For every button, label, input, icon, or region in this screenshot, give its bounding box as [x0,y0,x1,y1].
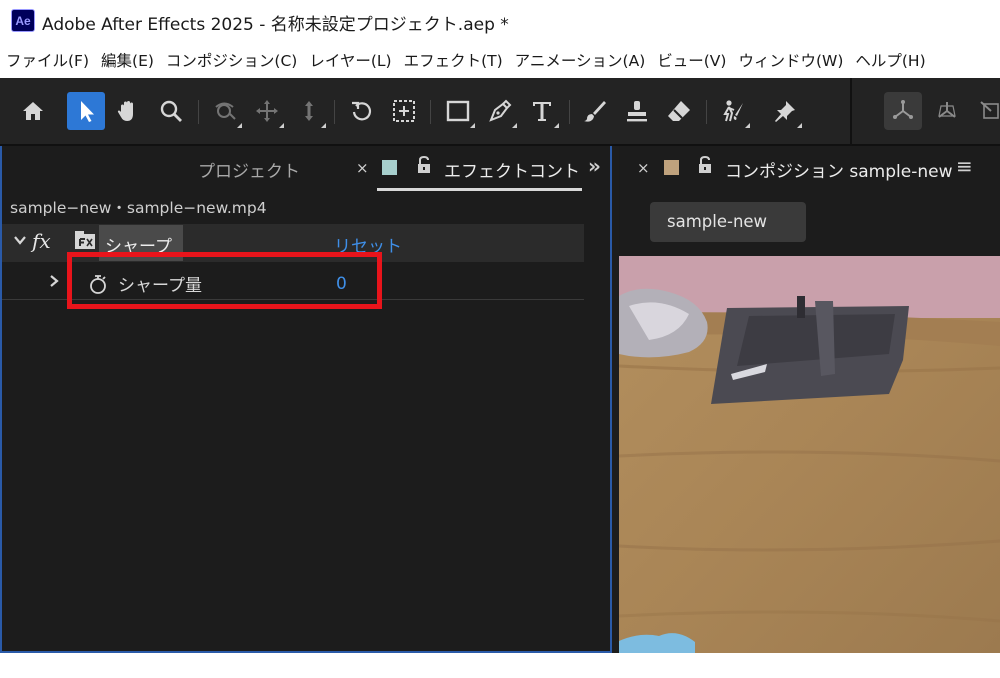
menu-composition[interactable]: コンポジション(C) [166,49,297,71]
toolbar-separator [334,100,335,124]
selection-arrow-icon[interactable] [67,92,105,130]
menu-bar: ファイル(F) 編集(E) コンポジション(C) レイヤー(L) エフェクト(T… [0,42,1000,78]
composition-viewer[interactable] [619,256,1000,653]
composition-name: sample-new [667,212,768,231]
close-icon[interactable]: × [637,159,650,177]
menu-effect[interactable]: エフェクト(T) [404,49,503,71]
zoom-icon[interactable] [152,92,190,130]
layer-path: sample−new・sample−new.mp4 [10,199,267,217]
hand-icon[interactable] [108,92,146,130]
lock-icon[interactable] [416,155,432,175]
toolbar-divider [850,78,852,146]
orbit-camera-icon[interactable] [206,92,244,130]
comp-tab-color-swatch [664,160,679,175]
effect-preset-icon [75,231,95,249]
composition-name-tab[interactable]: sample-new [650,202,806,242]
rotate-icon[interactable] [343,92,381,130]
active-tab-underline [377,188,582,191]
toolbar-separator [198,100,199,124]
pan-camera-icon[interactable] [248,92,286,130]
menu-file[interactable]: ファイル(F) [6,49,89,71]
local-axis-mode-icon[interactable] [884,92,922,130]
brush-icon[interactable] [576,92,614,130]
home-icon[interactable] [14,92,52,130]
view-axis-mode-icon[interactable] [972,92,1000,130]
window-title: Adobe After Effects 2025 - 名称未設定プロジェクト.a… [42,15,509,35]
pan-behind-icon[interactable] [385,92,423,130]
title-bar: Ae Adobe After Effects 2025 - 名称未設定プロジェク… [0,0,1000,42]
after-effects-app-icon: Ae [11,9,35,32]
chevron-right-icon[interactable] [48,274,60,288]
puppet-pin-icon[interactable] [766,92,804,130]
chevron-down-icon[interactable] [13,233,27,247]
close-icon[interactable]: × [356,159,369,177]
lock-icon[interactable] [697,155,713,175]
tab-composition[interactable]: コンポジション sample-new [725,157,952,182]
red-highlight-box [67,252,382,309]
effect-controls-panel: プロジェクト × エフェクトコントロ- » sample−new・sample−… [0,146,612,653]
clone-stamp-icon[interactable] [618,92,656,130]
panel-menu-icon[interactable]: ≡ [956,154,973,178]
composition-panel: × コンポジション sample-new ≡ sample-new [619,146,1000,653]
toolbar-separator [706,100,707,124]
tab-project[interactable]: プロジェクト [198,157,300,182]
rectangle-icon[interactable] [439,92,477,130]
tools-toolbar [0,78,1000,146]
eraser-icon[interactable] [660,92,698,130]
roto-brush-icon[interactable] [714,92,752,130]
app-workspace: プロジェクト × エフェクトコントロ- » sample−new・sample−… [0,78,1000,653]
video-frame-image [619,256,1000,653]
menu-edit[interactable]: 編集(E) [101,49,154,71]
dolly-camera-icon[interactable] [290,92,328,130]
effect-tab-color-swatch [382,160,397,175]
menu-view[interactable]: ビュー(V) [657,49,726,71]
world-axis-mode-icon[interactable] [928,92,966,130]
menu-window[interactable]: ウィンドウ(W) [738,49,843,71]
menu-animation[interactable]: アニメーション(A) [515,49,646,71]
tab-overflow-icon[interactable]: » [588,154,601,178]
left-panel-tabs: プロジェクト × エフェクトコントロ- » [2,146,610,192]
toolbar-separator [430,100,431,124]
toolbar-separator [569,100,570,124]
menu-help[interactable]: ヘルプ(H) [855,49,925,71]
tab-effect-controls[interactable]: エフェクトコントロ- [444,157,579,182]
menu-layer[interactable]: レイヤー(L) [309,49,391,71]
fx-toggle-icon[interactable]: fx [32,229,51,253]
pen-icon[interactable] [481,92,519,130]
type-icon[interactable] [523,92,561,130]
